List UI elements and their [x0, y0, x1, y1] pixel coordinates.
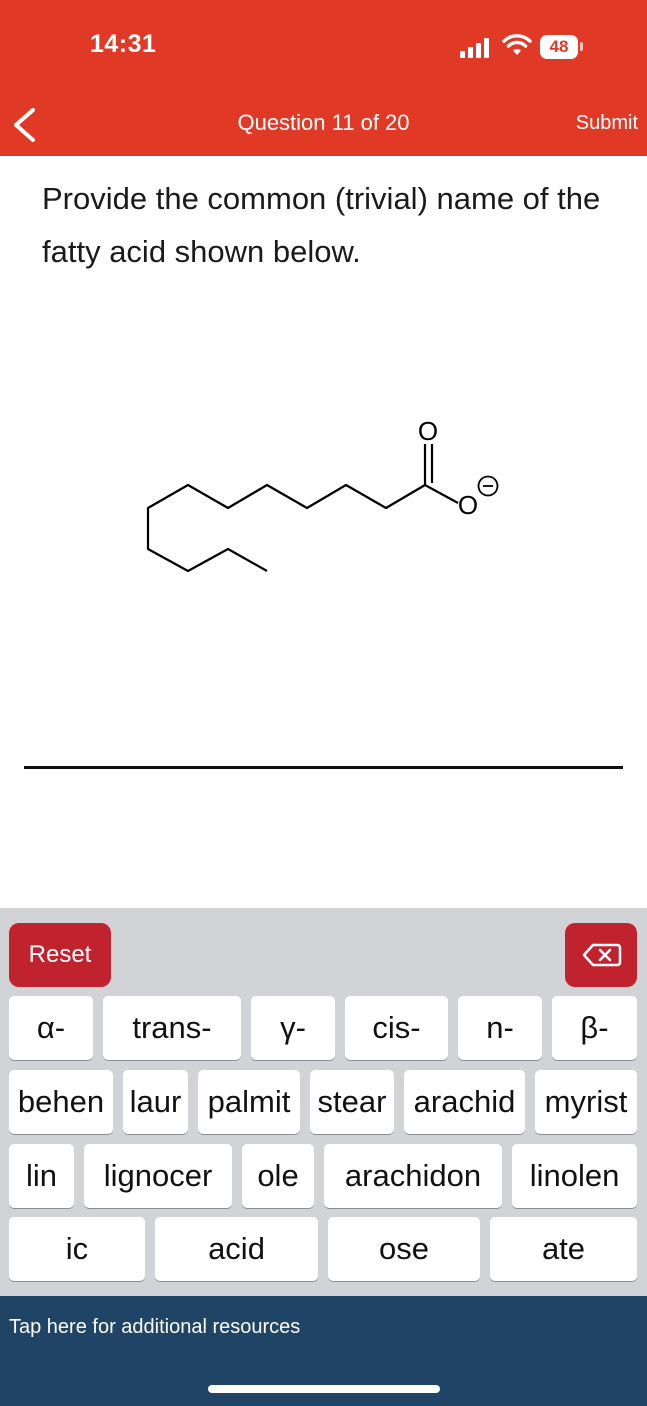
- carboxylate-bond: [424, 484, 459, 504]
- battery-tip: [580, 42, 583, 51]
- answer-input-line[interactable]: [24, 766, 623, 769]
- key-trans[interactable]: trans-: [103, 996, 241, 1060]
- key-myrist[interactable]: myrist: [535, 1070, 637, 1134]
- key-alpha[interactable]: α-: [9, 996, 93, 1060]
- battery-level: 48: [540, 35, 578, 59]
- key-ose[interactable]: ose: [328, 1217, 480, 1281]
- wifi-icon: [502, 34, 532, 55]
- carbon-chain: [146, 483, 426, 573]
- backspace-icon: [582, 943, 622, 967]
- key-arachidon[interactable]: arachidon: [324, 1144, 502, 1208]
- fatty-acid-structure: O O: [146, 416, 499, 573]
- reset-button[interactable]: Reset: [9, 923, 111, 987]
- status-time: 14:31: [90, 30, 157, 58]
- key-ic[interactable]: ic: [9, 1217, 145, 1281]
- key-stear[interactable]: stear: [310, 1070, 394, 1134]
- key-arachid[interactable]: arachid: [404, 1070, 525, 1134]
- key-cis[interactable]: cis-: [345, 996, 448, 1060]
- key-laur[interactable]: laur: [123, 1070, 188, 1134]
- app-header: 14:31 48 Question 11 of 20 Submit: [0, 0, 647, 156]
- cellular-signal-icon: [460, 36, 492, 58]
- key-lignocer[interactable]: lignocer: [84, 1144, 232, 1208]
- key-acid[interactable]: acid: [155, 1217, 318, 1281]
- key-linolen[interactable]: linolen: [512, 1144, 637, 1208]
- term-keyboard: Reset α- trans- γ- cis- n- β- behen laur…: [0, 908, 647, 1296]
- backspace-button[interactable]: [565, 923, 637, 987]
- key-beta[interactable]: β-: [552, 996, 637, 1060]
- question-counter: Question 11 of 20: [237, 110, 410, 135]
- key-ate[interactable]: ate: [490, 1217, 637, 1281]
- additional-resources-link[interactable]: Tap here for additional resources: [9, 1316, 300, 1339]
- key-gamma[interactable]: γ-: [251, 996, 335, 1060]
- carboxylate-oxygen: O: [458, 490, 478, 520]
- key-ole[interactable]: ole: [242, 1144, 314, 1208]
- submit-button[interactable]: Submit: [576, 112, 638, 135]
- resources-footer: Tap here for additional resources: [0, 1296, 647, 1406]
- key-palmit[interactable]: palmit: [198, 1070, 300, 1134]
- key-lin[interactable]: lin: [9, 1144, 74, 1208]
- home-indicator[interactable]: [208, 1385, 440, 1393]
- question-text: Provide the common (trivial) name of the…: [42, 181, 601, 269]
- carbonyl-oxygen: O: [418, 416, 438, 446]
- key-n[interactable]: n-: [458, 996, 542, 1060]
- key-behen[interactable]: behen: [9, 1070, 113, 1134]
